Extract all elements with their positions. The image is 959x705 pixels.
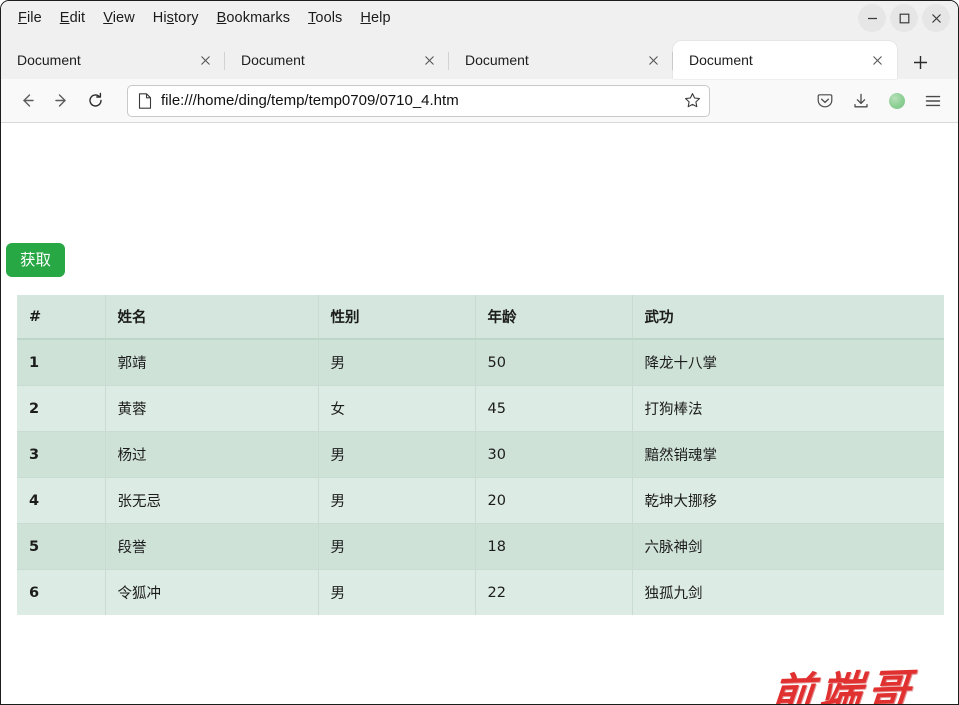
table-row[interactable]: 2 黄蓉 女 45 打狗棒法: [17, 385, 944, 432]
menu-item-edit[interactable]: Edit: [51, 7, 94, 29]
tab-title: Document: [465, 52, 529, 68]
tab-document-3[interactable]: Document: [449, 41, 673, 79]
cell-skill: 黯然销魂掌: [632, 431, 944, 478]
cell-index: 2: [17, 385, 106, 432]
cell-skill: 降龙十八掌: [632, 338, 944, 386]
reload-icon[interactable]: [79, 85, 111, 117]
table-body: 1 郭靖 男 50 降龙十八掌 2 黄蓉 女 45 打狗棒法 3 杨过 男 30…: [17, 338, 944, 615]
cell-index: 6: [17, 569, 106, 615]
cell-name: 黄蓉: [105, 385, 319, 432]
tab-title: Document: [241, 52, 305, 68]
cell-age: 45: [475, 385, 633, 432]
tab-close-icon[interactable]: [419, 50, 439, 70]
fetch-button[interactable]: 获取: [6, 243, 66, 277]
cell-age: 30: [475, 431, 633, 478]
cell-name: 张无忌: [105, 477, 319, 524]
cell-skill: 六脉神剑: [632, 523, 944, 570]
tab-document-1[interactable]: Document: [1, 41, 225, 79]
tab-close-icon[interactable]: [867, 50, 887, 70]
cell-gender: 男: [318, 477, 476, 524]
cell-age: 22: [475, 569, 633, 615]
account-avatar[interactable]: [882, 86, 912, 116]
url-bar[interactable]: file:///home/ding/temp/temp0709/0710_4.h…: [127, 84, 710, 117]
cell-name: 令狐冲: [105, 569, 319, 615]
cell-gender: 男: [318, 569, 476, 615]
cell-gender: 男: [318, 523, 476, 570]
cell-skill: 打狗棒法: [632, 385, 944, 432]
cell-index: 1: [17, 338, 106, 386]
bookmark-star-icon[interactable]: [684, 92, 701, 109]
page-content: 获取 # 姓名 性别 年龄 武功 1 郭靖 男 50 降龙十八掌 2 黄蓉 女 …: [1, 123, 958, 705]
close-icon[interactable]: [922, 4, 950, 32]
tab-title: Document: [17, 52, 81, 68]
table-header-row: # 姓名 性别 年龄 武功: [17, 295, 944, 340]
heroes-table: # 姓名 性别 年龄 武功 1 郭靖 男 50 降龙十八掌 2 黄蓉 女 45 …: [17, 295, 944, 615]
cell-name: 段誉: [105, 523, 319, 570]
cell-age: 18: [475, 523, 633, 570]
menu-item-help[interactable]: Help: [351, 7, 399, 29]
cell-index: 4: [17, 477, 106, 524]
menu-item-tools[interactable]: Tools: [299, 7, 351, 29]
tab-strip: Document Document Document Document: [1, 35, 958, 79]
app-menu-icon[interactable]: [918, 86, 948, 116]
data-table-wrapper: # 姓名 性别 年龄 武功 1 郭靖 男 50 降龙十八掌 2 黄蓉 女 45 …: [17, 295, 944, 615]
watermark: 前端哥 CSDN @蓝黑2010: [760, 658, 950, 705]
menu-item-view[interactable]: View: [94, 7, 144, 29]
tab-document-4[interactable]: Document: [673, 41, 897, 79]
minimize-icon[interactable]: [858, 4, 886, 32]
cell-index: 3: [17, 431, 106, 478]
page-file-icon: [138, 92, 152, 109]
column-header-age[interactable]: 年龄: [475, 295, 633, 340]
forward-icon[interactable]: [45, 85, 77, 117]
cell-age: 50: [475, 338, 633, 386]
cell-age: 20: [475, 477, 633, 524]
pocket-icon[interactable]: [810, 86, 840, 116]
menu-item-file[interactable]: File: [9, 7, 51, 29]
cell-name: 郭靖: [105, 338, 319, 386]
navigation-toolbar: file:///home/ding/temp/temp0709/0710_4.h…: [1, 79, 958, 123]
window-controls: [858, 4, 950, 32]
cell-skill: 独孤九剑: [632, 569, 944, 615]
cell-skill: 乾坤大挪移: [632, 477, 944, 524]
downloads-icon[interactable]: [846, 86, 876, 116]
table-row[interactable]: 3 杨过 男 30 黯然销魂掌: [17, 431, 944, 478]
column-header-skill[interactable]: 武功: [632, 295, 944, 340]
watermark-logo-text: 前端哥: [769, 664, 919, 705]
cell-name: 杨过: [105, 431, 319, 478]
column-header-name[interactable]: 姓名: [105, 295, 319, 340]
back-icon[interactable]: [11, 85, 43, 117]
maximize-icon[interactable]: [890, 4, 918, 32]
table-row[interactable]: 5 段誉 男 18 六脉神剑: [17, 523, 944, 570]
cell-gender: 男: [318, 431, 476, 478]
menu-item-history[interactable]: History: [144, 7, 208, 29]
menu-item-bookmarks[interactable]: Bookmarks: [208, 7, 299, 29]
column-header-gender[interactable]: 性别: [318, 295, 476, 340]
cell-index: 5: [17, 523, 106, 570]
table-row[interactable]: 6 令狐冲 男 22 独孤九剑: [17, 569, 944, 615]
toolbar-right-actions: [802, 86, 948, 116]
url-text[interactable]: file:///home/ding/temp/temp0709/0710_4.h…: [161, 92, 684, 109]
tab-document-2[interactable]: Document: [225, 41, 449, 79]
table-row[interactable]: 1 郭靖 男 50 降龙十八掌: [17, 338, 944, 386]
avatar: [889, 92, 905, 109]
new-tab-icon[interactable]: [903, 45, 937, 79]
tab-close-icon[interactable]: [643, 50, 663, 70]
column-header-index[interactable]: #: [17, 295, 106, 340]
menu-bar: File Edit View History Bookmarks Tools H…: [1, 1, 958, 35]
table-row[interactable]: 4 张无忌 男 20 乾坤大挪移: [17, 477, 944, 524]
tab-close-icon[interactable]: [195, 50, 215, 70]
browser-window: File Edit View History Bookmarks Tools H…: [0, 0, 959, 705]
cell-gender: 男: [318, 338, 476, 386]
tab-title: Document: [689, 52, 753, 68]
table-head: # 姓名 性别 年龄 武功: [17, 295, 944, 340]
cell-gender: 女: [318, 385, 476, 432]
